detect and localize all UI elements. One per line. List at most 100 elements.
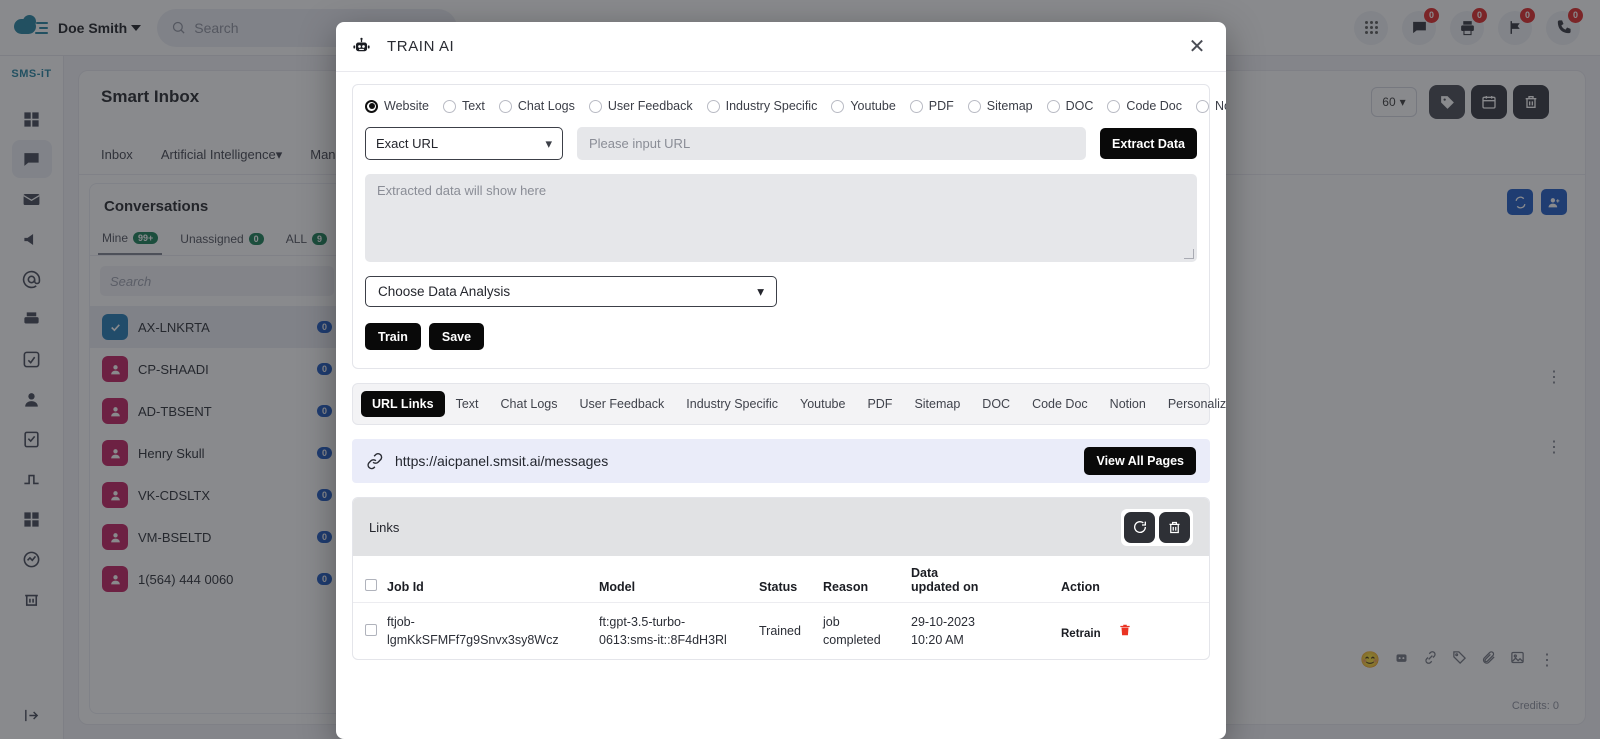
- modal-title: TRAIN AI: [387, 38, 454, 55]
- cell-date-updated: 29-10-2023 10:20 AM: [907, 603, 1057, 660]
- radio-indicator-selected: [365, 100, 378, 113]
- train-ai-modal: TRAIN AI ✕ Website Text Chat Logs User F…: [336, 22, 1226, 739]
- column-status: Status: [755, 556, 819, 603]
- column-reason: Reason: [819, 556, 907, 603]
- radio-user-feedback[interactable]: User Feedback: [589, 99, 693, 113]
- data-analysis-select[interactable]: Choose Data Analysis ▾: [365, 276, 777, 307]
- chevron-down-icon: ▾: [545, 136, 552, 152]
- radio-chat-logs[interactable]: Chat Logs: [499, 99, 575, 113]
- cell-action: Retrain: [1057, 603, 1209, 660]
- train-button[interactable]: Train: [365, 323, 421, 350]
- radio-youtube[interactable]: Youtube: [831, 99, 895, 113]
- refresh-icon[interactable]: [1124, 512, 1155, 543]
- chevron-down-icon: ▾: [757, 284, 764, 300]
- radio-indicator: [707, 100, 720, 113]
- resize-handle[interactable]: [1184, 249, 1194, 259]
- tab-text[interactable]: Text: [445, 391, 490, 417]
- radio-code-doc[interactable]: Code Doc: [1107, 99, 1182, 113]
- cell-model: ft:gpt-3.5-turbo- 0613:sms-it::8F4dH3Rl: [595, 603, 755, 660]
- tab-youtube[interactable]: Youtube: [789, 391, 856, 417]
- extract-data-button[interactable]: Extract Data: [1100, 128, 1197, 159]
- url-input[interactable]: Please input URL: [577, 127, 1086, 160]
- link-icon: [366, 453, 383, 470]
- column-model: Model: [595, 556, 755, 603]
- column-action: Action: [1057, 556, 1209, 603]
- table-header-row: Job Id Model Status Reason Data updated …: [353, 556, 1209, 603]
- tab-url-links[interactable]: URL Links: [361, 391, 445, 417]
- view-all-pages-button[interactable]: View All Pages: [1084, 447, 1196, 475]
- tab-code-doc[interactable]: Code Doc: [1021, 391, 1099, 417]
- radio-pdf[interactable]: PDF: [910, 99, 954, 113]
- delete-row-icon[interactable]: [1118, 626, 1132, 640]
- source-tabs: URL Links Text Chat Logs User Feedback I…: [352, 383, 1210, 425]
- trash-icon[interactable]: [1159, 512, 1190, 543]
- radio-label: User Feedback: [608, 99, 693, 113]
- table-row[interactable]: ftjob- lgmKkSFMFf7g9Snvx3sy8Wcz ft:gpt-3…: [353, 603, 1209, 660]
- close-icon[interactable]: ✕: [1184, 34, 1210, 60]
- radio-label: DOC: [1066, 99, 1094, 113]
- robot-icon: [352, 37, 371, 56]
- radio-label: Chat Logs: [518, 99, 575, 113]
- cell-job-id: ftjob- lgmKkSFMFf7g9Snvx3sy8Wcz: [383, 603, 595, 660]
- radio-doc[interactable]: DOC: [1047, 99, 1094, 113]
- radio-indicator: [1196, 100, 1209, 113]
- source-type-radio-group: Website Text Chat Logs User Feedback Ind…: [365, 99, 1197, 113]
- train-save-button-row: Train Save: [365, 323, 1197, 350]
- tab-industry-specific[interactable]: Industry Specific: [675, 391, 789, 417]
- links-card: Links Job Id Model Status Reason: [352, 497, 1210, 660]
- select-all-checkbox[interactable]: [365, 579, 377, 591]
- model-line2: 0613:sms-it::8F4dH3Rl: [599, 631, 751, 649]
- job-id-line2: lgmKkSFMFf7g9Snvx3sy8Wcz: [387, 631, 591, 649]
- train-source-card: Website Text Chat Logs User Feedback Ind…: [352, 84, 1210, 369]
- tab-personalize-ai[interactable]: Personalize AI: [1157, 391, 1226, 417]
- radio-indicator: [968, 100, 981, 113]
- radio-text[interactable]: Text: [443, 99, 485, 113]
- radio-indicator: [1107, 100, 1120, 113]
- radio-label: PDF: [929, 99, 954, 113]
- retrain-button[interactable]: Retrain: [1061, 628, 1101, 640]
- radio-indicator: [443, 100, 456, 113]
- tab-pdf[interactable]: PDF: [856, 391, 903, 417]
- cell-reason: job completed: [819, 603, 907, 660]
- tab-notion[interactable]: Notion: [1099, 391, 1157, 417]
- links-header: Links: [353, 498, 1209, 556]
- cell-status: Trained: [755, 603, 819, 660]
- radio-indicator: [589, 100, 602, 113]
- radio-sitemap[interactable]: Sitemap: [968, 99, 1033, 113]
- tab-chat-logs[interactable]: Chat Logs: [490, 391, 569, 417]
- trained-url-bar: https://aicpanel.smsit.ai/messages View …: [352, 439, 1210, 483]
- column-data-updated-line1: Data: [911, 566, 1053, 580]
- links-action-group: [1121, 509, 1193, 546]
- url-mode-select[interactable]: Exact URL ▾: [365, 127, 563, 160]
- radio-website[interactable]: Website: [365, 99, 429, 113]
- extracted-data-placeholder: Extracted data will show here: [377, 183, 546, 198]
- model-line1: ft:gpt-3.5-turbo-: [599, 613, 751, 631]
- radio-indicator: [910, 100, 923, 113]
- links-title: Links: [369, 520, 399, 535]
- links-table: Job Id Model Status Reason Data updated …: [353, 556, 1209, 659]
- modal-body: Website Text Chat Logs User Feedback Ind…: [336, 72, 1226, 739]
- job-id-line1: ftjob-: [387, 613, 591, 631]
- radio-indicator: [831, 100, 844, 113]
- extracted-data-textarea[interactable]: Extracted data will show here: [365, 174, 1197, 262]
- date-line2: 10:20 AM: [911, 631, 1053, 649]
- radio-label: Text: [462, 99, 485, 113]
- row-checkbox[interactable]: [365, 624, 377, 636]
- save-button[interactable]: Save: [429, 323, 484, 350]
- radio-label: Youtube: [850, 99, 895, 113]
- url-input-placeholder: Please input URL: [589, 136, 690, 151]
- radio-industry-specific[interactable]: Industry Specific: [707, 99, 818, 113]
- column-job-id: Job Id: [383, 556, 595, 603]
- radio-label: Sitemap: [987, 99, 1033, 113]
- date-line1: 29-10-2023: [911, 613, 1053, 631]
- tab-doc[interactable]: DOC: [971, 391, 1021, 417]
- radio-notion[interactable]: Notion: [1196, 99, 1226, 113]
- tab-user-feedback[interactable]: User Feedback: [569, 391, 676, 417]
- radio-label: Notion: [1215, 99, 1226, 113]
- reason-line1: job: [823, 613, 903, 631]
- url-mode-value: Exact URL: [376, 136, 438, 151]
- modal-header: TRAIN AI ✕: [336, 22, 1226, 72]
- tab-sitemap[interactable]: Sitemap: [903, 391, 971, 417]
- data-analysis-value: Choose Data Analysis: [378, 284, 510, 299]
- radio-label: Website: [384, 99, 429, 113]
